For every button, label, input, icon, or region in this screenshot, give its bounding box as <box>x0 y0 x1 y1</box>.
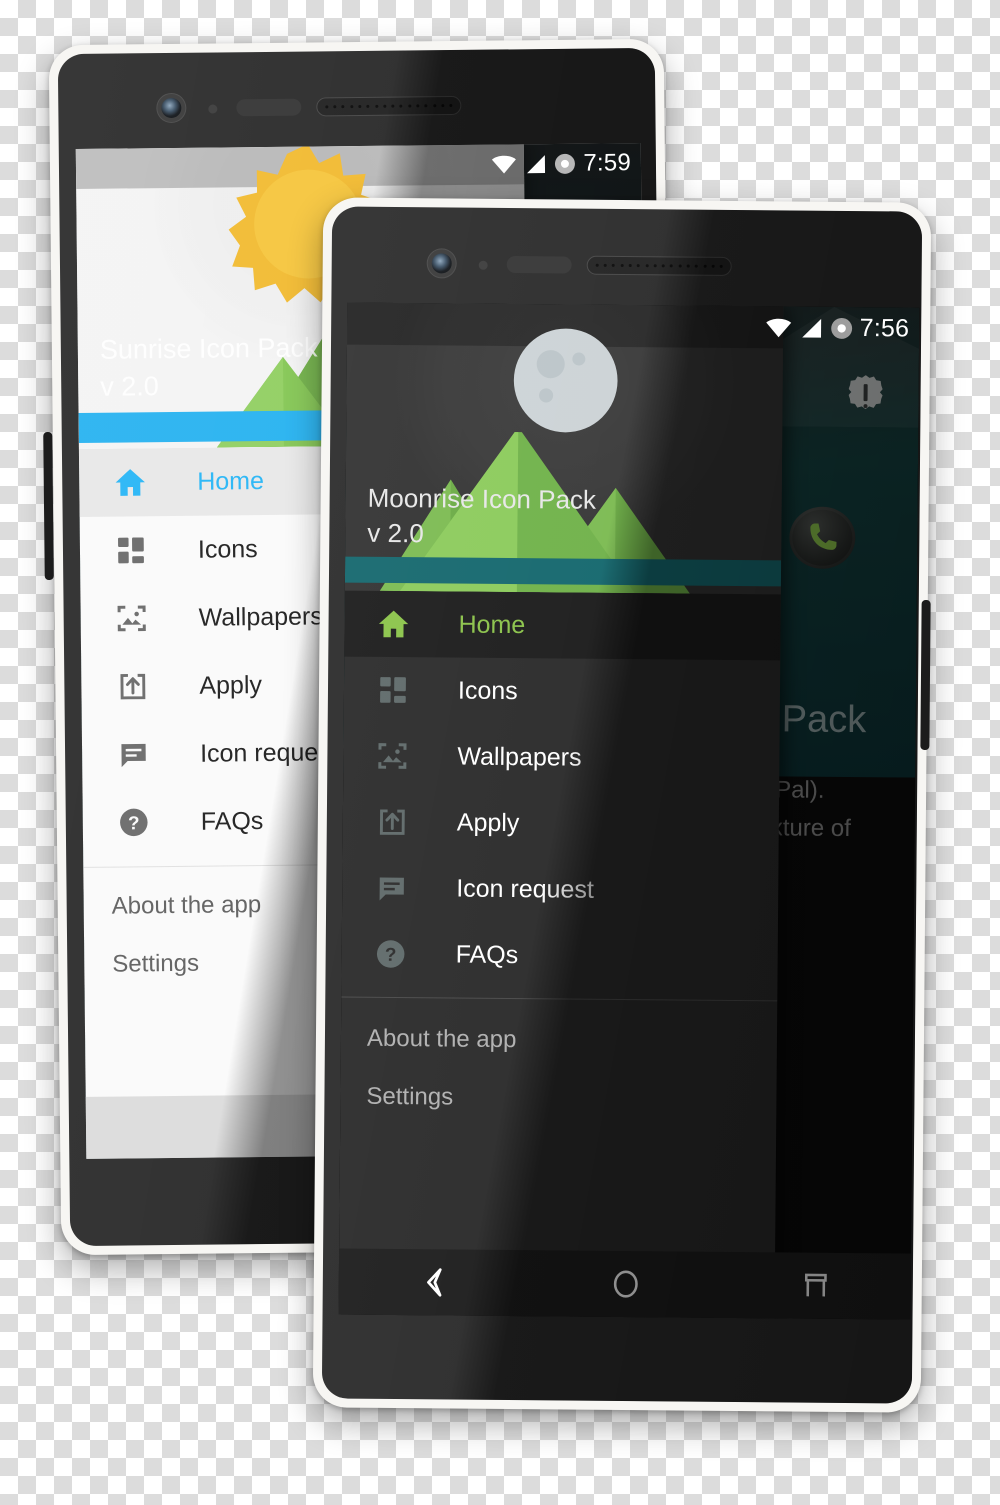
light-status-bar: 7:59 <box>76 143 641 189</box>
sidebar-item-apply[interactable]: Apply <box>343 789 780 859</box>
back-chevron-icon[interactable] <box>418 1266 452 1298</box>
dark-navigation-drawer: Moonrise Icon Pack v 2.0 Home Icons Wall… <box>338 302 784 1319</box>
recents-square-icon[interactable] <box>800 1270 832 1302</box>
signal-icon <box>527 155 546 174</box>
drawer-divider <box>341 996 778 1002</box>
sidebar-item-about-the-app[interactable]: About the app <box>341 1010 777 1072</box>
chat-bubble-icon <box>368 873 414 902</box>
speaker-grille-icon <box>586 255 732 276</box>
front-camera-icon <box>431 253 452 274</box>
dark-status-bar: 7:56 <box>347 303 919 350</box>
earpiece-pill <box>506 255 572 274</box>
svg-text:?: ? <box>128 812 140 833</box>
sidebar-item-faqs[interactable]: ? FAQs <box>341 921 778 991</box>
sidebar-item-about-label: About the app <box>366 1024 517 1054</box>
light-banner-text: Sunrise Icon Pack v 2.0 <box>100 330 318 405</box>
wifi-icon <box>492 155 517 174</box>
dark-phone-volume-key[interactable] <box>920 599 931 751</box>
dark-water-band <box>344 556 782 587</box>
dark-phone-screen: Pack Pal). xture of 7:56 Moonrise Icon P… <box>338 302 920 1320</box>
earpiece-pill <box>236 98 302 117</box>
front-camera-icon <box>161 97 182 119</box>
sidebar-item-apply-label: Apply <box>456 808 520 837</box>
sidebar-item-home-label: Home <box>197 466 265 496</box>
sidebar-item-icon-request-label: Icon request <box>199 737 338 768</box>
sidebar-item-apply-label: Apply <box>199 670 263 700</box>
apply-upload-icon <box>109 672 155 701</box>
sidebar-item-faqs-label: FAQs <box>200 806 264 836</box>
dark-navigation-bar <box>338 1248 912 1320</box>
sidebar-item-settings-label: Settings <box>366 1082 454 1111</box>
sidebar-item-home[interactable]: Home <box>344 590 781 661</box>
background-partial-title: Pack <box>781 698 867 742</box>
home-icon <box>370 609 416 639</box>
light-app-version: v 2.0 <box>100 370 159 402</box>
help-circle-icon: ? <box>111 807 157 837</box>
sidebar-item-about-label: About the app <box>111 891 262 920</box>
dark-status-time: 7:56 <box>859 313 910 342</box>
dark-app-version: v 2.0 <box>367 517 424 549</box>
sidebar-item-icon-request[interactable]: Icon request <box>342 855 779 925</box>
speaker-grille-icon <box>316 95 462 117</box>
image-icon <box>369 741 415 771</box>
sidebar-item-icons-label: Icons <box>457 676 518 705</box>
dark-phone-device: Pack Pal). xture of 7:56 Moonrise Icon P… <box>312 197 932 1413</box>
sidebar-item-icons-label: Icons <box>197 534 258 564</box>
sidebar-item-icons[interactable]: Icons <box>344 657 781 727</box>
sidebar-item-faqs-label: FAQs <box>455 940 519 969</box>
wifi-icon <box>765 318 791 337</box>
dark-banner-text: Moonrise Icon Pack v 2.0 <box>367 481 596 553</box>
alarm-icon <box>555 153 576 174</box>
svg-text:?: ? <box>385 944 397 965</box>
proximity-sensor-icon <box>478 260 488 270</box>
sidebar-item-icon-request-label: Icon request <box>456 874 594 904</box>
background-partial-line-2: xture of <box>770 814 851 842</box>
apply-upload-icon <box>369 807 415 836</box>
sidebar-item-settings-label: Settings <box>112 949 200 978</box>
sidebar-item-home-label: Home <box>458 610 526 639</box>
background-partial-line-1: Pal). <box>775 776 825 804</box>
dark-phone-bezel: Pack Pal). xture of 7:56 Moonrise Icon P… <box>321 206 923 1404</box>
dark-drawer-list: Home Icons Wallpapers Apply Icon request… <box>340 590 781 1130</box>
proximity-sensor-icon <box>208 104 218 114</box>
alarm-icon <box>830 317 852 339</box>
signal-icon <box>801 318 821 338</box>
grid-icon <box>108 536 154 564</box>
image-icon <box>109 603 155 633</box>
sidebar-item-settings[interactable]: Settings <box>340 1068 776 1130</box>
chat-bubble-icon <box>110 740 156 769</box>
light-app-title: Sunrise Icon Pack <box>99 332 318 365</box>
sidebar-item-wallpapers-label: Wallpapers <box>198 601 323 632</box>
help-circle-icon: ? <box>368 939 414 969</box>
phone-app-icon[interactable] <box>789 506 856 570</box>
home-icon <box>107 467 153 497</box>
sidebar-item-wallpapers-label: Wallpapers <box>457 742 582 772</box>
light-phone-volume-key[interactable] <box>43 431 54 581</box>
grid-icon <box>370 676 416 704</box>
dark-app-title: Moonrise Icon Pack <box>367 482 597 515</box>
light-status-time: 7:59 <box>583 149 632 177</box>
home-circle-icon[interactable] <box>610 1268 642 1300</box>
sidebar-item-wallpapers[interactable]: Wallpapers <box>343 723 780 793</box>
